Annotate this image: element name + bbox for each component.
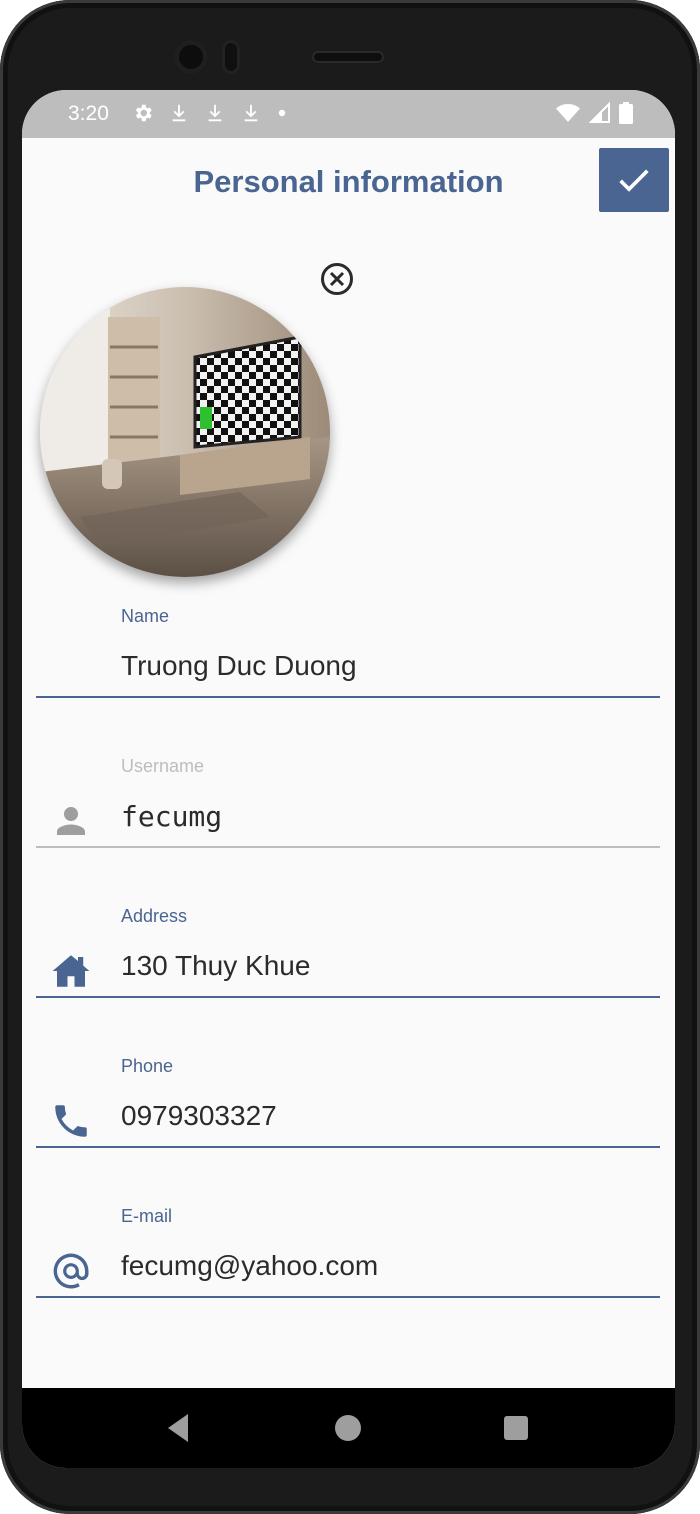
phone-input[interactable]: 0979303327 xyxy=(121,1100,277,1132)
notification-icons xyxy=(132,102,288,124)
username-underline xyxy=(36,846,660,848)
address-field[interactable]: Address 130 Thuy Khue xyxy=(36,906,660,1036)
email-field[interactable]: E-mail fecumg@yahoo.com xyxy=(36,1206,660,1336)
username-label: Username xyxy=(121,756,205,776)
phone-underline xyxy=(36,1146,660,1148)
download-icon xyxy=(244,104,258,122)
phone-label: Phone xyxy=(121,1056,174,1076)
recents-icon[interactable] xyxy=(504,1416,528,1440)
phone-frame: 3:20 Personal information Name Truong Du… xyxy=(0,0,700,1514)
username-field: Username fecumg xyxy=(36,756,660,886)
front-camera xyxy=(174,40,208,74)
name-underline xyxy=(36,696,660,698)
status-bar: 3:20 xyxy=(22,90,675,138)
phone-icon xyxy=(55,1105,87,1137)
email-label: E-mail xyxy=(121,1206,173,1226)
close-circle-icon[interactable] xyxy=(320,262,354,296)
name-input[interactable]: Truong Duc Duong xyxy=(121,650,357,682)
avatar-photo xyxy=(40,287,330,577)
navigation-bar xyxy=(22,1388,675,1468)
download-icon xyxy=(172,104,186,122)
save-button[interactable] xyxy=(599,148,669,212)
username-input: fecumg xyxy=(121,800,223,833)
home-icon xyxy=(52,955,90,987)
earpiece-speaker xyxy=(312,51,384,63)
at-icon xyxy=(53,1253,89,1289)
status-time: 3:20 xyxy=(68,102,109,125)
name-label: Name xyxy=(121,606,170,626)
page-title: Personal information xyxy=(193,164,504,199)
screen: 3:20 Personal information Name Truong Du… xyxy=(22,90,675,1468)
address-input[interactable]: 130 Thuy Khue xyxy=(121,950,310,982)
home-button-icon[interactable] xyxy=(335,1415,361,1441)
email-underline xyxy=(36,1296,660,1298)
personal-info-screen: Personal information Name Truong Duc Duo… xyxy=(22,138,675,1388)
address-underline xyxy=(36,996,660,998)
name-field[interactable]: Name Truong Duc Duong xyxy=(36,606,660,736)
back-icon[interactable] xyxy=(166,1413,190,1443)
download-icon xyxy=(208,104,222,122)
phone-field[interactable]: Phone 0979303327 xyxy=(36,1056,660,1186)
wifi-icon xyxy=(556,104,580,122)
proximity-sensor xyxy=(222,40,240,74)
person-icon xyxy=(57,807,85,835)
gear-icon xyxy=(135,104,152,122)
avatar[interactable] xyxy=(40,287,330,577)
system-icons xyxy=(555,102,633,124)
battery-icon xyxy=(619,102,633,124)
dot-icon xyxy=(278,109,286,117)
cell-signal-icon xyxy=(589,102,610,123)
check-icon xyxy=(619,169,649,192)
address-label: Address xyxy=(121,906,188,926)
email-input[interactable]: fecumg@yahoo.com xyxy=(121,1250,378,1282)
